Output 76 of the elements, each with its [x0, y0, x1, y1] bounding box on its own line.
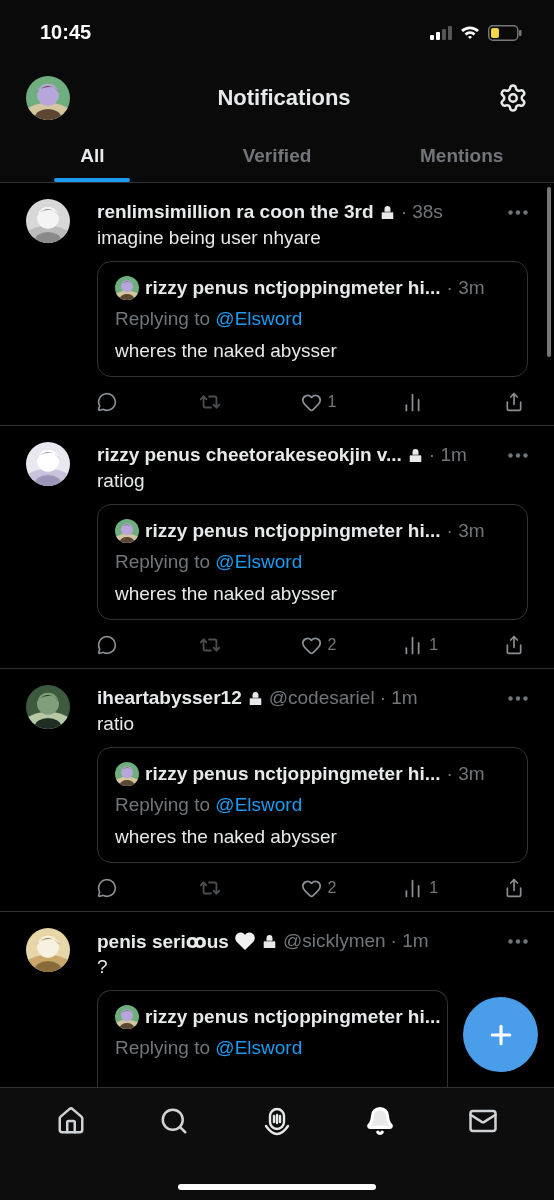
profile-avatar-button[interactable]: [26, 75, 70, 120]
like-count: 1: [327, 393, 337, 411]
quoted-user-name: rizzy penus nctjoppingmeter hi...: [145, 1006, 441, 1028]
bell-icon[interactable]: [365, 1106, 396, 1136]
share-icon: [504, 878, 524, 898]
user-handle: @codesariel: [268, 687, 375, 709]
post-text: ratio: [97, 713, 135, 735]
like-count: 2: [327, 636, 337, 654]
home-icon[interactable]: [56, 1106, 87, 1136]
page-title: Notifications: [217, 84, 351, 111]
replying-to-text: Replying to @Elsword: [115, 794, 304, 816]
reply-icon: [97, 878, 117, 898]
user-name: renlimsimillion ra coon the 3rd: [97, 201, 374, 223]
share-button[interactable]: [504, 878, 524, 898]
tab[interactable]: Mentions: [369, 130, 554, 182]
user-name: rizzy penus cheetorakeseokjin v...: [97, 444, 402, 466]
views-button[interactable]: 1: [402, 634, 443, 656]
replying-to-text: Replying to @Elsword: [115, 1037, 304, 1059]
quoted-text: wheres the naked abysser: [115, 583, 338, 605]
more-button[interactable]: [508, 209, 528, 215]
mention-link[interactable]: @Elsword: [215, 551, 303, 572]
post-text: imagine being user nhyare: [97, 227, 322, 249]
mention-link[interactable]: @Elsword: [215, 794, 303, 815]
reply-icon: [97, 635, 117, 655]
quoted-user-name: rizzy penus nctjoppingmeter hi...: [145, 520, 441, 542]
more-icon: [508, 209, 528, 215]
like-count: 2: [327, 879, 337, 897]
wifi-icon: [460, 25, 480, 40]
share-icon: [504, 392, 524, 412]
status-time: 10:45: [40, 21, 92, 44]
replying-to-text: Replying to @Elsword: [115, 308, 304, 330]
share-button[interactable]: [504, 392, 524, 412]
scrollbar[interactable]: [547, 187, 551, 357]
tab[interactable]: Verified: [184, 130, 370, 182]
post-time: · 1m: [390, 930, 429, 952]
views-count: 1: [429, 879, 439, 897]
more-button[interactable]: [508, 938, 528, 944]
share-icon: [504, 635, 524, 655]
mention-link[interactable]: @Elsword: [215, 1037, 303, 1058]
battery-icon: [488, 24, 522, 41]
reply-icon: [97, 392, 117, 412]
mention-link[interactable]: @Elsword: [215, 308, 303, 329]
post-text: ratiog: [97, 470, 146, 492]
more-icon: [508, 938, 528, 944]
user-name: penis seriꝏus: [97, 929, 229, 953]
views-button[interactable]: 1: [402, 877, 443, 899]
more-button[interactable]: [508, 452, 528, 458]
post-time: · 1m: [379, 687, 418, 709]
quoted-user-name: rizzy penus nctjoppingmeter hi...: [145, 763, 441, 785]
user-name: iheartabysser12: [97, 687, 242, 709]
tab[interactable]: All: [0, 130, 185, 182]
quoted-post[interactable]: rizzy penus nctjoppingmeter hi... · 3m Replying to @Elsword wheres the naked abysser: [97, 747, 528, 863]
settings-button[interactable]: [498, 82, 528, 113]
user-handle: @sicklymen: [282, 930, 386, 952]
quoted-text: wheres the naked abysser: [115, 826, 338, 848]
quoted-user-name: rizzy penus nctjoppingmeter hi...: [145, 277, 441, 299]
quoted-post[interactable]: rizzy penus nctjoppingmeter hi... · 3m Replying to @Elsword wheres the naked abysser: [97, 504, 528, 620]
quoted-time: · 3m: [446, 763, 485, 785]
more-icon: [508, 452, 528, 458]
like-button[interactable]: 2: [300, 634, 341, 656]
share-button[interactable]: [504, 635, 524, 655]
quoted-post[interactable]: rizzy penus nctjoppingmeter hi... · 3m Replying to @Elsword wheres the naked abysser: [97, 261, 528, 377]
signal-icon: [430, 25, 452, 40]
more-button[interactable]: [508, 695, 528, 701]
settings-icon: [498, 82, 528, 113]
post-text: ?: [97, 956, 109, 978]
like-button[interactable]: 2: [300, 877, 341, 899]
more-icon: [508, 695, 528, 701]
replying-to-text: Replying to @Elsword: [115, 551, 304, 573]
views-count: 1: [429, 636, 439, 654]
post-time: · 38s: [400, 201, 443, 223]
quoted-time: · 3m: [446, 277, 485, 299]
like-button[interactable]: 1: [300, 391, 341, 413]
post-time: · 1m: [428, 444, 467, 466]
quoted-text: wheres the naked abysser: [115, 340, 338, 362]
quoted-time: · 3m: [446, 520, 485, 542]
